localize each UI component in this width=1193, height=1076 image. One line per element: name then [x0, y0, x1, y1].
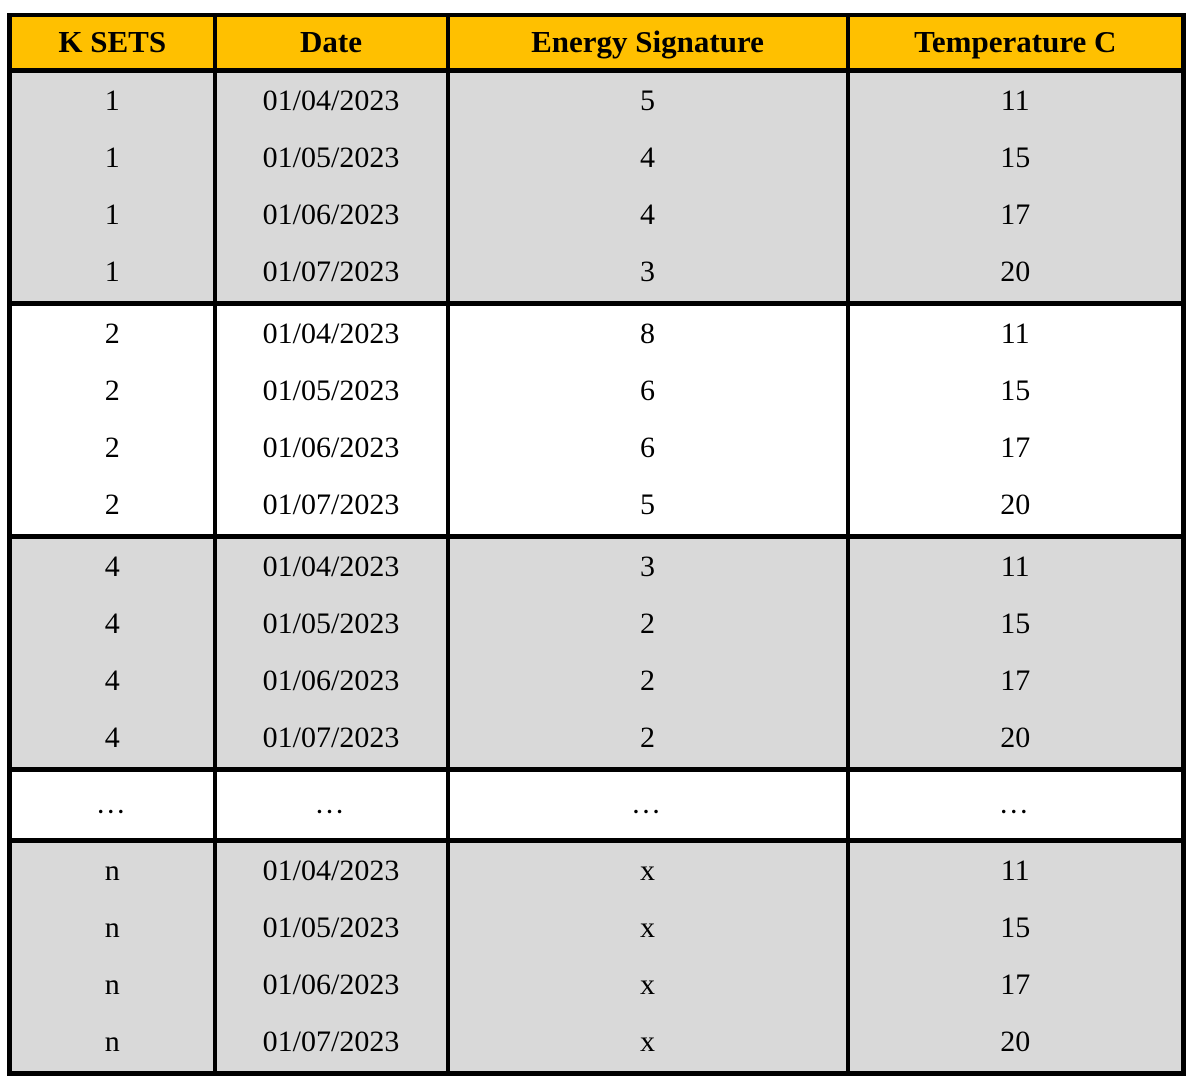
table-row: 4 01/07/2023 2 20 — [7, 710, 1186, 770]
column-header-k-sets: K SETS — [7, 13, 217, 73]
cell-k-set: 1 — [7, 130, 217, 187]
k-sets-energy-signature-table: K SETS Date Energy Signature Temperature… — [7, 13, 1186, 1076]
cell-temperature: 17 — [845, 187, 1186, 244]
cell-temperature: 20 — [845, 244, 1186, 304]
cell-date: 01/06/2023 — [212, 187, 450, 244]
cell-temperature: 20 — [845, 710, 1186, 770]
cell-date: 01/07/2023 — [212, 1014, 450, 1076]
cell-k-set: 1 — [7, 244, 217, 304]
cell-k-set: 4 — [7, 534, 217, 596]
cell-temperature: 15 — [845, 130, 1186, 187]
cell-date: 01/06/2023 — [212, 653, 450, 710]
row-group-k-set-4: 4 01/04/2023 3 11 4 01/05/2023 2 15 4 01… — [7, 534, 1186, 770]
table-row: n 01/07/2023 x 20 — [7, 1014, 1186, 1076]
cell-k-set-ellipsis: … — [7, 767, 217, 841]
cell-temperature: 17 — [845, 653, 1186, 710]
cell-temperature: 15 — [845, 596, 1186, 653]
table-row: 1 01/06/2023 4 17 — [7, 187, 1186, 244]
table-row: n 01/04/2023 x 11 — [7, 838, 1186, 900]
table-row: 4 01/06/2023 2 17 — [7, 653, 1186, 710]
cell-date: 01/05/2023 — [212, 900, 450, 957]
cell-energy-signature: 2 — [445, 710, 850, 770]
table-row: 1 01/04/2023 5 11 — [7, 68, 1186, 130]
cell-k-set: 4 — [7, 653, 217, 710]
cell-date: 01/07/2023 — [212, 710, 450, 770]
table-row: 4 01/05/2023 2 15 — [7, 596, 1186, 653]
table-row: n 01/06/2023 x 17 — [7, 957, 1186, 1014]
table-header: K SETS Date Energy Signature Temperature… — [7, 13, 1186, 73]
cell-energy-signature: 2 — [445, 596, 850, 653]
cell-date: 01/04/2023 — [212, 301, 450, 363]
table-row: 2 01/06/2023 6 17 — [7, 420, 1186, 477]
cell-date: 01/05/2023 — [212, 363, 450, 420]
cell-temperature: 11 — [845, 301, 1186, 363]
cell-k-set: 1 — [7, 187, 217, 244]
cell-k-set: 1 — [7, 68, 217, 130]
cell-energy-signature: 6 — [445, 363, 850, 420]
cell-energy-signature: 3 — [445, 534, 850, 596]
column-header-date: Date — [212, 13, 450, 73]
cell-date: 01/04/2023 — [212, 68, 450, 130]
cell-date: 01/05/2023 — [212, 130, 450, 187]
cell-energy-signature: 8 — [445, 301, 850, 363]
cell-temperature: 17 — [845, 420, 1186, 477]
cell-energy-signature: 4 — [445, 130, 850, 187]
cell-energy-signature: x — [445, 900, 850, 957]
cell-date: 01/07/2023 — [212, 244, 450, 304]
cell-k-set: n — [7, 1014, 217, 1076]
cell-k-set: n — [7, 900, 217, 957]
cell-temperature: 20 — [845, 477, 1186, 537]
table-row: 1 01/07/2023 3 20 — [7, 244, 1186, 304]
cell-temperature: 15 — [845, 900, 1186, 957]
cell-date: 01/05/2023 — [212, 596, 450, 653]
cell-temperature: 11 — [845, 68, 1186, 130]
page-canvas: K SETS Date Energy Signature Temperature… — [0, 0, 1193, 1076]
cell-date: 01/06/2023 — [212, 957, 450, 1014]
table-row: n 01/05/2023 x 15 — [7, 900, 1186, 957]
table-row: 2 01/04/2023 8 11 — [7, 301, 1186, 363]
cell-energy-signature: 4 — [445, 187, 850, 244]
cell-date: 01/04/2023 — [212, 838, 450, 900]
column-header-temperature-c: Temperature C — [845, 13, 1186, 73]
cell-temperature: 15 — [845, 363, 1186, 420]
cell-k-set: 4 — [7, 596, 217, 653]
row-group-k-set-2: 2 01/04/2023 8 11 2 01/05/2023 6 15 2 01… — [7, 301, 1186, 537]
cell-energy-signature: x — [445, 1014, 850, 1076]
cell-temperature: 20 — [845, 1014, 1186, 1076]
cell-energy-signature: 5 — [445, 477, 850, 537]
cell-k-set: 2 — [7, 477, 217, 537]
table-row: 2 01/05/2023 6 15 — [7, 363, 1186, 420]
row-group-continuation-ellipsis: … … … … — [7, 767, 1186, 841]
cell-k-set: n — [7, 957, 217, 1014]
cell-k-set: 4 — [7, 710, 217, 770]
cell-date: 01/04/2023 — [212, 534, 450, 596]
cell-energy-signature: 3 — [445, 244, 850, 304]
cell-energy-signature: x — [445, 838, 850, 900]
table-row: 4 01/04/2023 3 11 — [7, 534, 1186, 596]
table-row: 2 01/07/2023 5 20 — [7, 477, 1186, 537]
cell-k-set: n — [7, 838, 217, 900]
cell-k-set: 2 — [7, 363, 217, 420]
table-row: 1 01/05/2023 4 15 — [7, 130, 1186, 187]
cell-energy-signature: 6 — [445, 420, 850, 477]
cell-temperature: 11 — [845, 838, 1186, 900]
row-group-k-set-n: n 01/04/2023 x 11 n 01/05/2023 x 15 n 01… — [7, 838, 1186, 1076]
cell-temperature: 11 — [845, 534, 1186, 596]
cell-temperature-ellipsis: … — [845, 767, 1186, 841]
column-header-energy-signature: Energy Signature — [445, 13, 850, 73]
header-row: K SETS Date Energy Signature Temperature… — [7, 13, 1186, 73]
cell-k-set: 2 — [7, 301, 217, 363]
row-group-k-set-1: 1 01/04/2023 5 11 1 01/05/2023 4 15 1 01… — [7, 68, 1186, 304]
cell-energy-signature: 2 — [445, 653, 850, 710]
cell-date: 01/07/2023 — [212, 477, 450, 537]
cell-date: 01/06/2023 — [212, 420, 450, 477]
cell-date-ellipsis: … — [212, 767, 450, 841]
cell-k-set: 2 — [7, 420, 217, 477]
cell-temperature: 17 — [845, 957, 1186, 1014]
cell-energy-signature: x — [445, 957, 850, 1014]
cell-energy-signature: 5 — [445, 68, 850, 130]
table-row-ellipsis: … … … … — [7, 767, 1186, 841]
cell-energy-signature-ellipsis: … — [445, 767, 850, 841]
